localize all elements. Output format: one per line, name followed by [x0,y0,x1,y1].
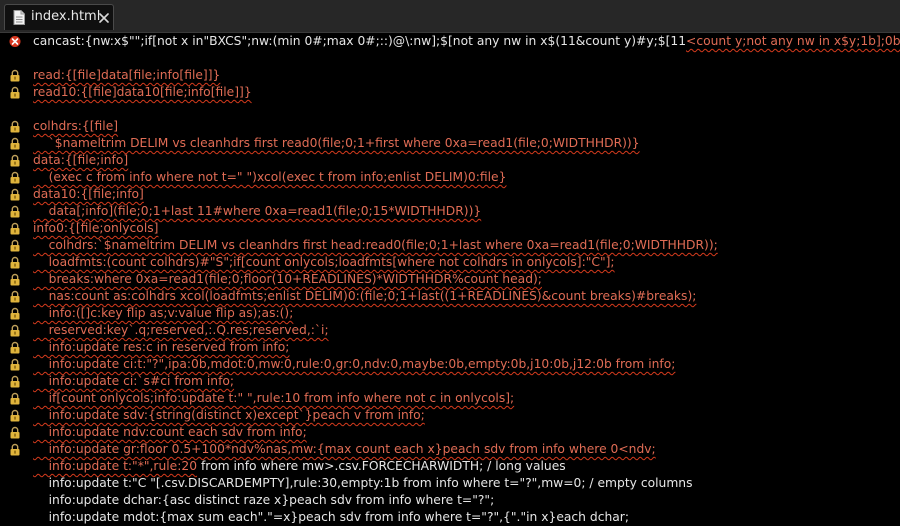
code-text: info:update t:"C "[.csv.DISCARDEMPTY],ru… [33,476,693,490]
tab-index-html[interactable]: index.html [4,4,114,30]
code-line[interactable] [0,50,900,67]
warning-lock-icon[interactable] [9,188,21,201]
code-segment: cancast:{nw:x$"";if[not x in"BXCS";nw:(m… [33,34,687,48]
code-text: read:{[file]data[file;info[file]]} [33,68,221,82]
code-text: cancast:{nw:x$"";if[not x in"BXCS";nw:(m… [33,33,900,50]
code-text: info:update ci:`s#ci from info; [33,374,235,388]
code-text: nas:count as:colhdrs xcol(loadfmts;enlis… [33,289,697,303]
code-line[interactable]: read:{[file]data[file;info[file]]} [0,67,900,84]
code-text: reserved:key`.q;reserved,:.Q.res;reserve… [33,323,329,337]
warning-lock-icon[interactable] [9,120,21,133]
warning-lock-icon[interactable] [9,307,21,320]
code-text: info:([]c:key flip as;v:value flip as);a… [33,306,294,320]
code-line[interactable]: reserved:key`.q;reserved,:.Q.res;reserve… [0,322,900,339]
code-line[interactable]: info:update dchar:{asc distinct raze x}p… [0,492,900,509]
code-line[interactable]: nas:count as:colhdrs xcol(loadfmts;enlis… [0,288,900,305]
code-text: info:update res:c in reserved from info; [33,340,290,354]
warning-lock-icon[interactable] [9,426,21,439]
error-segment: <count y;not any nw in x$y;1b];0b]} [686,34,900,48]
code-text: info:update gr:floor 0.5+100*ndv%nas,mw:… [33,442,656,456]
warning-lock-icon[interactable] [9,69,21,82]
code-line[interactable]: info:update sdv:{string(distinct x)excep… [0,407,900,424]
warning-lock-icon[interactable] [9,443,21,456]
warning-lock-icon[interactable] [9,409,21,422]
code-text: read10:{[file]data10[file;info[file]]} [33,85,252,99]
warning-lock-icon[interactable] [9,358,21,371]
code-line[interactable]: info:update t:"*",rule:20 from info wher… [0,458,900,475]
code-text: colhdrs:`$nameltrim DELIM vs cleanhdrs f… [33,238,718,252]
close-icon[interactable] [99,13,109,23]
warning-lock-icon[interactable] [9,341,21,354]
code-text: info:update sdv:{string(distinct x)excep… [33,408,425,422]
code-line[interactable]: (exec c from info where not t=" ")xcol(e… [0,169,900,186]
code-line[interactable]: info:update mdot:{max sum each"."=x}peac… [0,509,900,526]
warning-lock-icon[interactable] [9,222,21,235]
code-line[interactable]: colhdrs:{[file] [0,118,900,135]
code-text: `$nameltrim DELIM vs cleanhdrs first rea… [33,136,640,150]
code-line[interactable]: info0:{[file;onlycols] [0,220,900,237]
code-line[interactable]: info:update res:c in reserved from info; [0,339,900,356]
code-line[interactable]: read10:{[file]data10[file;info[file]]} [0,84,900,101]
code-text: colhdrs:{[file] [33,119,119,133]
code-text: info:update ndv:count each sdv from info… [33,425,307,439]
warning-lock-icon[interactable] [9,290,21,303]
code-text: data10:{[file;info] [33,187,144,201]
warning-lock-icon[interactable] [9,154,21,167]
code-text: breaks:where 0xa=read1(file;0;floor(10+R… [33,272,542,286]
code-line[interactable]: cancast:{nw:x$"";if[not x in"BXCS";nw:(m… [0,33,900,50]
tab-label: index.html [31,9,101,24]
code-line[interactable]: data10:{[file;info] [0,186,900,203]
code-line[interactable]: info:([]c:key flip as;v:value flip as);a… [0,305,900,322]
code-text: info:update ci:t:"?",ipa:0b,mdot:0,mw:0,… [33,357,676,371]
code-text: info:update mdot:{max sum each"."=x}peac… [33,510,629,524]
code-segment: from info where mw>.csv.FORCECHARWIDTH; … [197,459,566,473]
warning-lock-icon[interactable] [9,171,21,184]
code-text: if[count onlycols;info:update t:" ",rule… [33,391,515,405]
code-line[interactable]: info:update gr:floor 0.5+100*ndv%nas,mw:… [0,441,900,458]
code-line[interactable]: colhdrs:`$nameltrim DELIM vs cleanhdrs f… [0,237,900,254]
code-line[interactable] [0,101,900,118]
code-line[interactable]: breaks:where 0xa=read1(file;0;floor(10+R… [0,271,900,288]
warning-lock-icon[interactable] [9,273,21,286]
warning-lock-icon[interactable] [9,375,21,388]
warning-lock-icon[interactable] [9,392,21,405]
code-line[interactable]: info:update ci:`s#ci from info; [0,373,900,390]
tab-bar: index.html [0,0,900,33]
warning-lock-icon[interactable] [9,137,21,150]
code-line[interactable]: info:update ci:t:"?",ipa:0b,mdot:0,mw:0,… [0,356,900,373]
code-text: data[;info](file;0;1+last 11#where 0xa=r… [33,204,482,218]
code-text: data:{[file;info] [33,153,129,167]
error-segment: info:update t:"*",rule:20 [33,459,198,473]
warning-lock-icon[interactable] [9,239,21,252]
code-line[interactable]: info:update t:"C "[.csv.DISCARDEMPTY],ru… [0,475,900,492]
code-text: info:update dchar:{asc distinct raze x}p… [33,493,495,507]
warning-lock-icon[interactable] [9,256,21,269]
code-line[interactable]: data:{[file;info] [0,152,900,169]
code-line[interactable]: info:update ndv:count each sdv from info… [0,424,900,441]
error-icon[interactable] [9,35,21,48]
warning-lock-icon[interactable] [9,205,21,218]
file-icon [13,10,25,25]
code-text: info:update t:"*",rule:20 from info wher… [33,458,566,475]
code-line[interactable]: loadfmts:(count colhdrs)#"S";if[count on… [0,254,900,271]
code-text: loadfmts:(count colhdrs)#"S";if[count on… [33,255,615,269]
code-line[interactable]: data[;info](file;0;1+last 11#where 0xa=r… [0,203,900,220]
warning-lock-icon[interactable] [9,324,21,337]
code-text: (exec c from info where not t=" ")xcol(e… [33,170,507,184]
code-line[interactable]: `$nameltrim DELIM vs cleanhdrs first rea… [0,135,900,152]
code-editor[interactable]: cancast:{nw:x$"";if[not x in"BXCS";nw:(m… [0,33,900,524]
warning-lock-icon[interactable] [9,86,21,99]
code-line[interactable]: if[count onlycols;info:update t:" ",rule… [0,390,900,407]
code-text: info0:{[file;onlycols] [33,221,159,235]
